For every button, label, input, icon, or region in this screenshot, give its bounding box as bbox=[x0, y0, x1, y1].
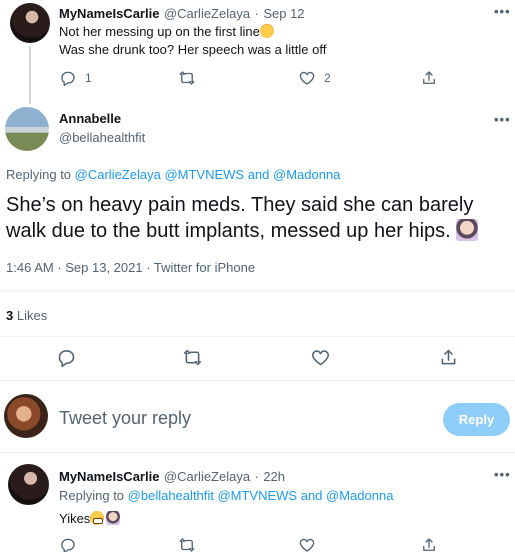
like-count: 2 bbox=[324, 71, 331, 85]
more-icon[interactable]: ••• bbox=[494, 467, 511, 482]
replying-to-and: and bbox=[244, 167, 273, 182]
likes-label: Likes bbox=[16, 308, 48, 323]
share-button[interactable] bbox=[420, 69, 438, 87]
reply-icon bbox=[61, 538, 75, 552]
share-icon bbox=[441, 349, 456, 365]
facepalm-emoji-icon bbox=[106, 511, 121, 525]
tweet-author: Annabelle @bellahealthfit bbox=[59, 111, 145, 145]
reply-submit-button[interactable]: Reply bbox=[443, 403, 510, 436]
username[interactable]: @CarlieZelaya bbox=[164, 6, 250, 21]
tweet-text-line: Not her messing up on the first line bbox=[59, 24, 260, 39]
facepalm-emoji-icon bbox=[456, 219, 479, 241]
tweet-header: MyNameIsCarlie @CarlieZelaya · 22h bbox=[59, 468, 285, 486]
reply-input[interactable]: Tweet your reply bbox=[59, 408, 191, 429]
mention-link[interactable]: @CarlieZelaya @MTVNEWS bbox=[75, 167, 244, 182]
replying-to: Replying to @bellahealthfit @MTVNEWS and… bbox=[59, 488, 393, 503]
more-icon[interactable]: ••• bbox=[494, 112, 511, 127]
tweet-text: Not her messing up on the first line Was… bbox=[59, 23, 326, 59]
share-button[interactable] bbox=[420, 536, 438, 552]
heart-icon bbox=[311, 350, 330, 366]
separator: · bbox=[254, 6, 259, 21]
grimace-emoji-icon bbox=[90, 511, 105, 525]
reply-icon bbox=[58, 350, 75, 368]
divider bbox=[0, 290, 515, 291]
reply-button[interactable] bbox=[59, 536, 77, 552]
retweet-button[interactable] bbox=[178, 536, 196, 552]
replying-to-and: and bbox=[297, 488, 327, 503]
more-icon[interactable]: ••• bbox=[494, 4, 511, 19]
tweet-header: MyNameIsCarlie @CarlieZelaya · Sep 12 bbox=[59, 5, 305, 23]
reply-button[interactable]: 1 bbox=[59, 69, 92, 87]
tweet-text-line: Was she drunk too? Her speech was a litt… bbox=[59, 42, 327, 57]
mention-link[interactable]: @Madonna bbox=[273, 167, 340, 182]
sweat-smile-emoji-icon bbox=[259, 24, 274, 38]
replying-to: Replying to @CarlieZelaya @MTVNEWS and @… bbox=[6, 167, 340, 182]
tweet-date[interactable]: 22h bbox=[263, 469, 285, 484]
likes-stat[interactable]: 3 Likes bbox=[6, 308, 47, 323]
tweet-text: She’s on heavy pain meds. They said she … bbox=[6, 192, 506, 244]
share-button[interactable] bbox=[438, 347, 459, 368]
display-name[interactable]: MyNameIsCarlie bbox=[59, 469, 159, 484]
divider bbox=[0, 380, 515, 381]
replying-to-label: Replying to bbox=[59, 488, 128, 503]
retweet-icon bbox=[179, 538, 195, 552]
divider bbox=[0, 336, 515, 337]
tweet-text: Yikes bbox=[59, 510, 121, 528]
retweet-button[interactable] bbox=[182, 347, 203, 368]
tweet-body: Yikes bbox=[59, 511, 91, 526]
username[interactable]: @CarlieZelaya bbox=[164, 469, 250, 484]
divider bbox=[0, 452, 515, 453]
reply-icon bbox=[61, 71, 75, 87]
tweet-date[interactable]: Sep 12 bbox=[263, 6, 304, 21]
reply-button[interactable] bbox=[56, 347, 77, 368]
retweet-icon bbox=[179, 71, 195, 85]
avatar[interactable] bbox=[8, 464, 49, 505]
tweet-body: She’s on heavy pain meds. They said she … bbox=[6, 194, 474, 242]
replying-to-label: Replying to bbox=[6, 167, 75, 182]
mention-link[interactable]: @Madonna bbox=[326, 488, 393, 503]
display-name[interactable]: Annabelle bbox=[59, 111, 145, 126]
avatar bbox=[4, 394, 48, 438]
like-button[interactable] bbox=[310, 347, 331, 368]
reply-count: 1 bbox=[85, 71, 92, 85]
thread-line bbox=[29, 46, 31, 104]
like-button[interactable]: 2 bbox=[298, 69, 331, 87]
mention-link[interactable]: @bellahealthfit @MTVNEWS bbox=[128, 488, 297, 503]
avatar[interactable] bbox=[5, 107, 49, 151]
heart-icon bbox=[299, 538, 315, 552]
likes-count: 3 bbox=[6, 308, 14, 323]
retweet-button[interactable] bbox=[178, 69, 196, 87]
username[interactable]: @bellahealthfit bbox=[59, 130, 145, 145]
tweet-timestamp[interactable]: 1:46 AM · Sep 13, 2021 · Twitter for iPh… bbox=[6, 260, 255, 275]
share-icon bbox=[423, 71, 435, 84]
display-name[interactable]: MyNameIsCarlie bbox=[59, 6, 159, 21]
avatar[interactable] bbox=[10, 3, 50, 43]
separator: · bbox=[254, 469, 259, 484]
heart-icon bbox=[299, 71, 315, 85]
like-button[interactable] bbox=[298, 536, 316, 552]
share-icon bbox=[423, 538, 435, 551]
retweet-icon bbox=[183, 349, 202, 366]
